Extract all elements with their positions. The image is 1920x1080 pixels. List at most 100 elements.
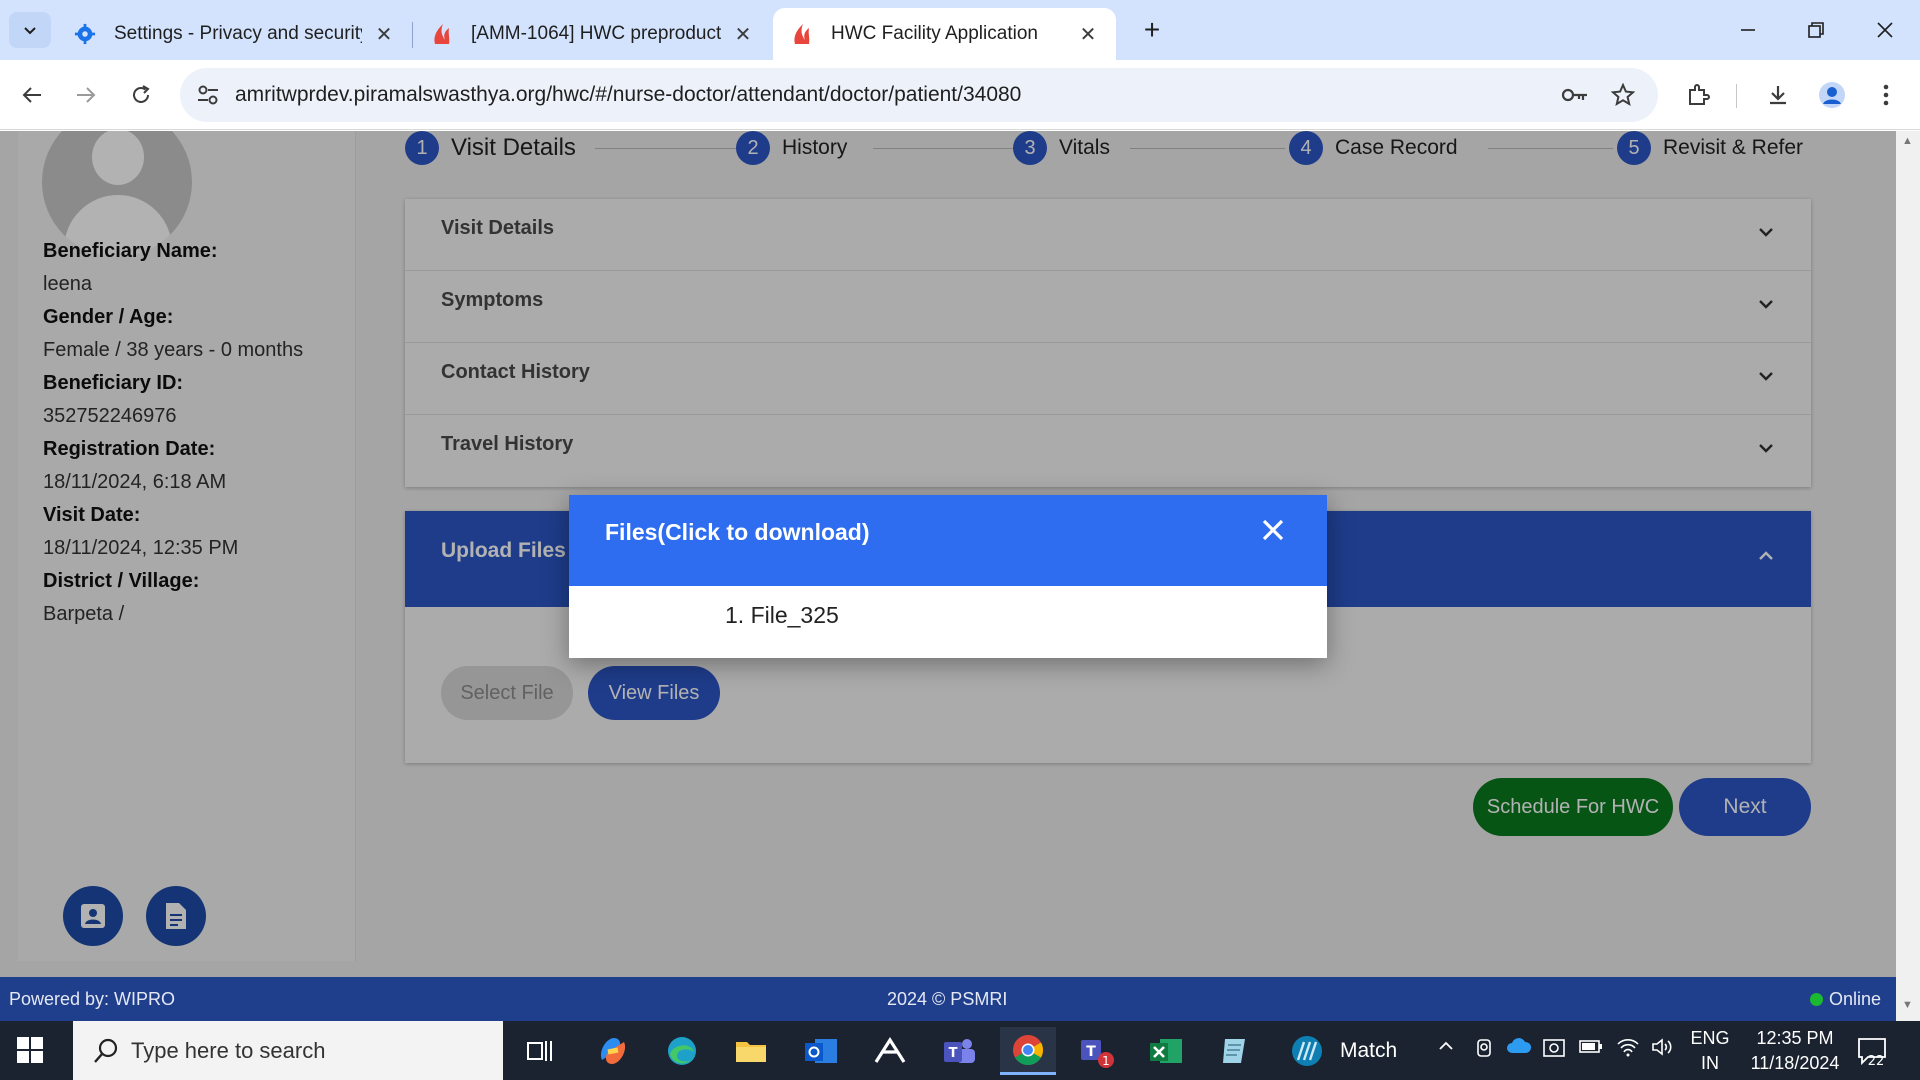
download-icon xyxy=(1770,86,1786,105)
files-modal-title: Files(Click to download) xyxy=(605,519,870,545)
tab-search-button[interactable] xyxy=(9,12,51,48)
notepad-app[interactable] xyxy=(1207,1027,1263,1075)
file-link[interactable]: 1. File_325 xyxy=(725,602,839,629)
search-icon xyxy=(94,1038,118,1063)
language-code: ENG xyxy=(1690,1028,1730,1048)
page-scrollbar[interactable]: ▲ ▼ xyxy=(1896,131,1920,1021)
restore-button[interactable] xyxy=(1786,10,1846,50)
copilot-icon xyxy=(600,1038,626,1064)
tab-title: HWC Facility Application xyxy=(831,23,1038,44)
browser-toolbar: amritwprdev.piramalswasthya.org/hwc/#/nu… xyxy=(0,60,1920,130)
volume-icon[interactable] xyxy=(1650,1037,1674,1062)
onedrive-icon[interactable] xyxy=(1506,1037,1532,1060)
address-bar[interactable]: amritwprdev.piramalswasthya.org/hwc/#/nu… xyxy=(180,68,1658,122)
close-icon[interactable]: ✕ xyxy=(1076,22,1100,47)
close-icon[interactable]: ✕ xyxy=(731,22,755,47)
restore-icon xyxy=(1808,22,1824,38)
teams-classic-app[interactable]: T1 xyxy=(1069,1027,1125,1075)
tab-settings[interactable]: Settings - Privacy and security ✕ xyxy=(56,8,412,60)
minimize-button[interactable] xyxy=(1718,10,1778,50)
teams-icon: T xyxy=(944,1039,975,1063)
scroll-up-arrow-icon[interactable]: ▲ xyxy=(1902,135,1913,147)
chrome-app[interactable] xyxy=(1000,1027,1056,1075)
scroll-down-arrow-icon[interactable]: ▼ xyxy=(1902,999,1913,1011)
battery-icon[interactable] xyxy=(1578,1037,1604,1060)
security-icon[interactable] xyxy=(1542,1037,1566,1064)
close-window-button[interactable] xyxy=(1855,10,1915,50)
tray-chevron-up-icon[interactable] xyxy=(1437,1037,1455,1060)
close-icon xyxy=(1877,22,1893,38)
match-widget[interactable]: Match xyxy=(1290,1029,1397,1073)
outlook-icon xyxy=(805,1039,837,1063)
outlook-app[interactable] xyxy=(793,1027,849,1075)
reload-button[interactable] xyxy=(123,77,159,113)
svg-text:T: T xyxy=(1086,1044,1096,1060)
task-view-button[interactable] xyxy=(512,1027,568,1075)
more-vert-icon xyxy=(1883,84,1889,106)
match-label: Match xyxy=(1340,1039,1398,1062)
tab-title: [AMM-1064] HWC preproduction xyxy=(471,23,721,44)
minimize-icon xyxy=(1741,29,1755,31)
chevron-down-icon xyxy=(24,27,36,35)
file-explorer-app[interactable] xyxy=(723,1027,779,1075)
connection-status: Online xyxy=(1810,989,1881,1010)
profile-button[interactable] xyxy=(1814,77,1850,113)
app-shortcut-icon xyxy=(874,1037,906,1063)
windows-start-icon[interactable] xyxy=(16,1036,44,1064)
notification-center-icon[interactable]: 22 xyxy=(1856,1035,1888,1067)
edge-app[interactable] xyxy=(654,1027,710,1075)
input-language[interactable]: ENG IN xyxy=(1688,1026,1732,1076)
tab-hwc-facility[interactable]: HWC Facility Application ✕ xyxy=(773,8,1116,60)
menu-button[interactable] xyxy=(1868,77,1904,113)
url-text[interactable]: amritwprdev.piramalswasthya.org/hwc/#/nu… xyxy=(235,83,1021,107)
extensions-button[interactable] xyxy=(1680,77,1716,113)
pinned-app[interactable] xyxy=(862,1027,918,1075)
reload-icon xyxy=(133,85,150,103)
profile-icon xyxy=(1819,82,1845,108)
notification-count: 22 xyxy=(1868,1054,1885,1067)
teams-app[interactable]: T xyxy=(931,1027,987,1075)
modal-close-button[interactable] xyxy=(1254,511,1292,549)
forward-button[interactable] xyxy=(68,77,104,113)
camera-icon[interactable] xyxy=(1474,1037,1494,1064)
site-info-icon[interactable] xyxy=(194,81,222,109)
system-clock[interactable]: 12:35 PM 11/18/2024 xyxy=(1750,1026,1840,1076)
password-key-icon[interactable] xyxy=(1560,80,1590,110)
bookmark-star-icon[interactable] xyxy=(1608,80,1638,110)
match-logo-icon xyxy=(1292,1036,1322,1066)
excel-icon xyxy=(1150,1039,1182,1063)
downloads-button[interactable] xyxy=(1760,77,1796,113)
status-text: Online xyxy=(1829,989,1882,1009)
edge-icon xyxy=(668,1037,696,1065)
back-arrow-icon xyxy=(22,87,41,103)
chrome-icon xyxy=(1013,1034,1044,1065)
toolbar-divider xyxy=(1736,84,1737,108)
copilot-app[interactable] xyxy=(585,1027,641,1075)
forward-arrow-icon xyxy=(77,87,96,103)
clock-date: 11/18/2024 xyxy=(1750,1053,1840,1073)
browser-tab-bar: Settings - Privacy and security ✕ [AMM-1… xyxy=(0,0,1920,60)
tab-title: Settings - Privacy and security xyxy=(114,23,362,44)
files-modal-header: Files(Click to download) xyxy=(569,495,1327,586)
gear-icon xyxy=(72,23,98,45)
tab-jira[interactable]: [AMM-1064] HWC preproduction ✕ xyxy=(413,8,771,60)
excel-app[interactable] xyxy=(1138,1027,1194,1075)
puzzle-icon xyxy=(1689,84,1710,105)
task-view-icon xyxy=(527,1041,552,1061)
powered-by-text: Powered by: WIPRO xyxy=(9,989,176,1009)
taskbar-search-placeholder: Type here to search xyxy=(131,1038,326,1063)
app-logo-icon xyxy=(429,22,455,46)
app-footer: Powered by: WIPRO 2024 © PSMRI Online xyxy=(0,977,1896,1021)
wifi-icon[interactable] xyxy=(1616,1037,1640,1062)
close-icon xyxy=(1262,519,1284,541)
back-button[interactable] xyxy=(14,77,50,113)
taskbar-search[interactable]: Type here to search xyxy=(73,1021,503,1080)
app-logo-icon xyxy=(789,22,815,46)
teams-icon: T1 xyxy=(1081,1040,1114,1068)
copyright-text: 2024 © PSMRI xyxy=(887,989,1008,1009)
new-tab-button[interactable]: + xyxy=(1136,14,1168,46)
notepad-icon xyxy=(1223,1039,1245,1063)
clock-time: 12:35 PM xyxy=(1756,1028,1834,1048)
files-modal: Files(Click to download) 1. File_325 xyxy=(569,495,1327,658)
close-icon[interactable]: ✕ xyxy=(372,22,396,47)
